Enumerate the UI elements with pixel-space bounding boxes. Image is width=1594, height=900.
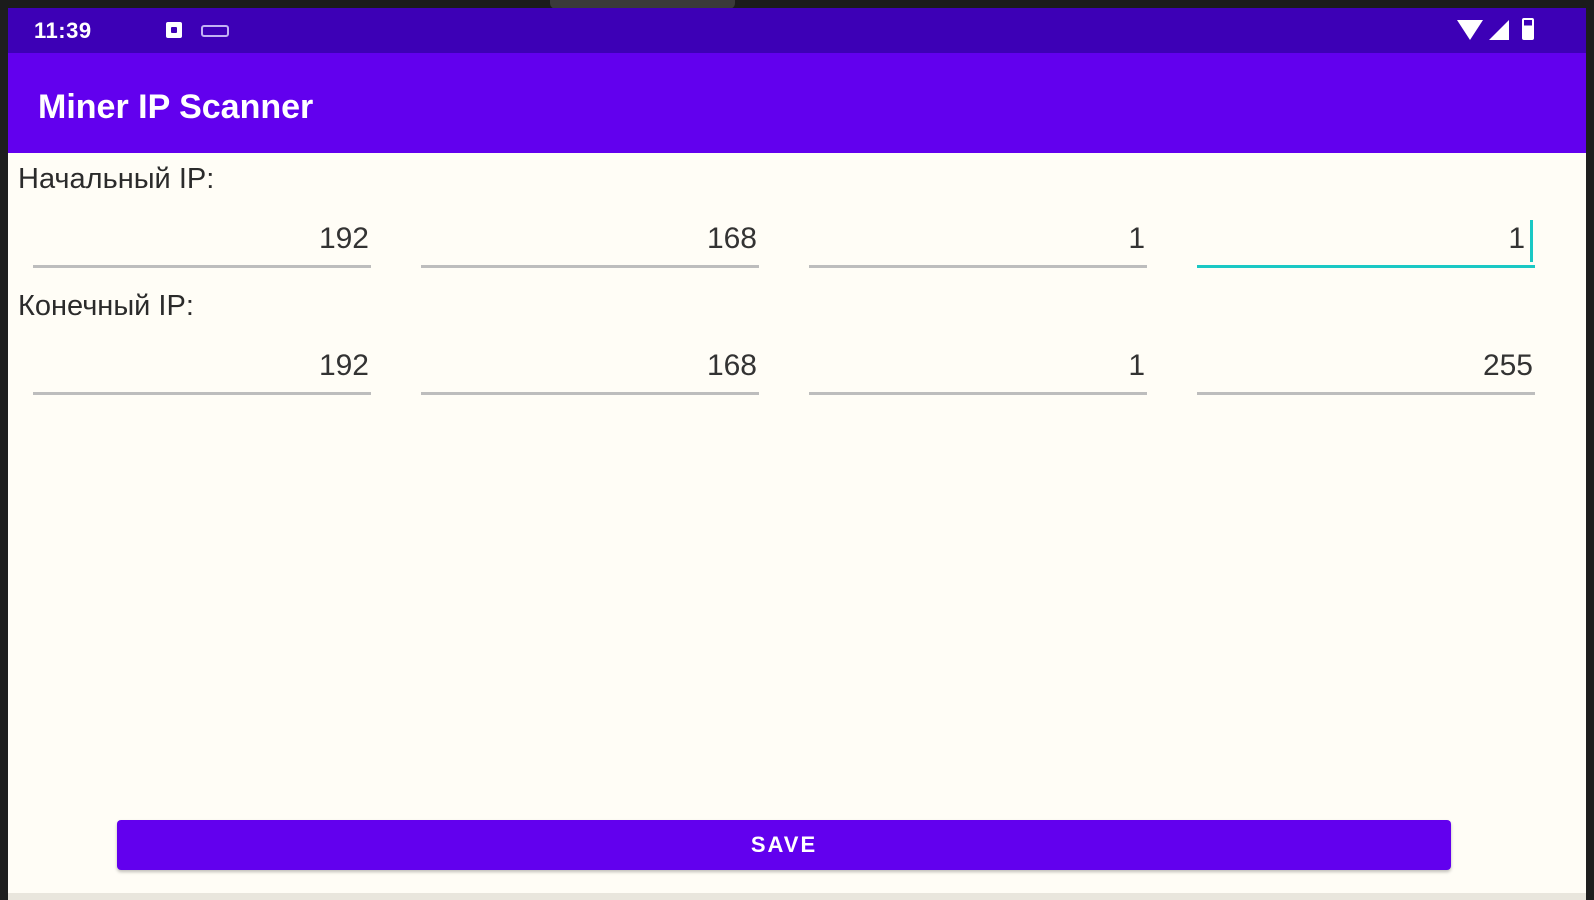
start-ip-octet-2[interactable] bbox=[421, 216, 759, 268]
status-time: 11:39 bbox=[34, 18, 92, 43]
start-ip-octet-4[interactable] bbox=[1197, 216, 1535, 268]
battery-icon bbox=[1522, 18, 1534, 40]
keyboard-icon bbox=[201, 25, 229, 37]
wifi-icon bbox=[1457, 20, 1483, 40]
start-ip-label: Начальный IP: bbox=[18, 163, 215, 195]
app-title: Miner IP Scanner bbox=[38, 88, 314, 126]
bottom-edge bbox=[8, 893, 1586, 900]
save-button[interactable]: SAVE bbox=[117, 820, 1451, 870]
app-bar: Miner IP Scanner bbox=[8, 53, 1586, 153]
start-ip-octet-3[interactable] bbox=[809, 216, 1147, 268]
app-screen: 11:39 Miner IP Scanner Начальный IP: Кон… bbox=[8, 8, 1586, 900]
start-ip-octet-1[interactable] bbox=[33, 216, 371, 268]
end-ip-octet-4[interactable] bbox=[1197, 343, 1535, 395]
status-bar: 11:39 bbox=[8, 8, 1586, 53]
text-cursor bbox=[1530, 220, 1533, 262]
signal-icon bbox=[1489, 20, 1509, 40]
end-ip-label: Конечный IP: bbox=[18, 290, 194, 322]
notification-square-icon bbox=[166, 22, 182, 38]
end-ip-octet-1[interactable] bbox=[33, 343, 371, 395]
end-ip-octet-3[interactable] bbox=[809, 343, 1147, 395]
end-ip-octet-2[interactable] bbox=[421, 343, 759, 395]
